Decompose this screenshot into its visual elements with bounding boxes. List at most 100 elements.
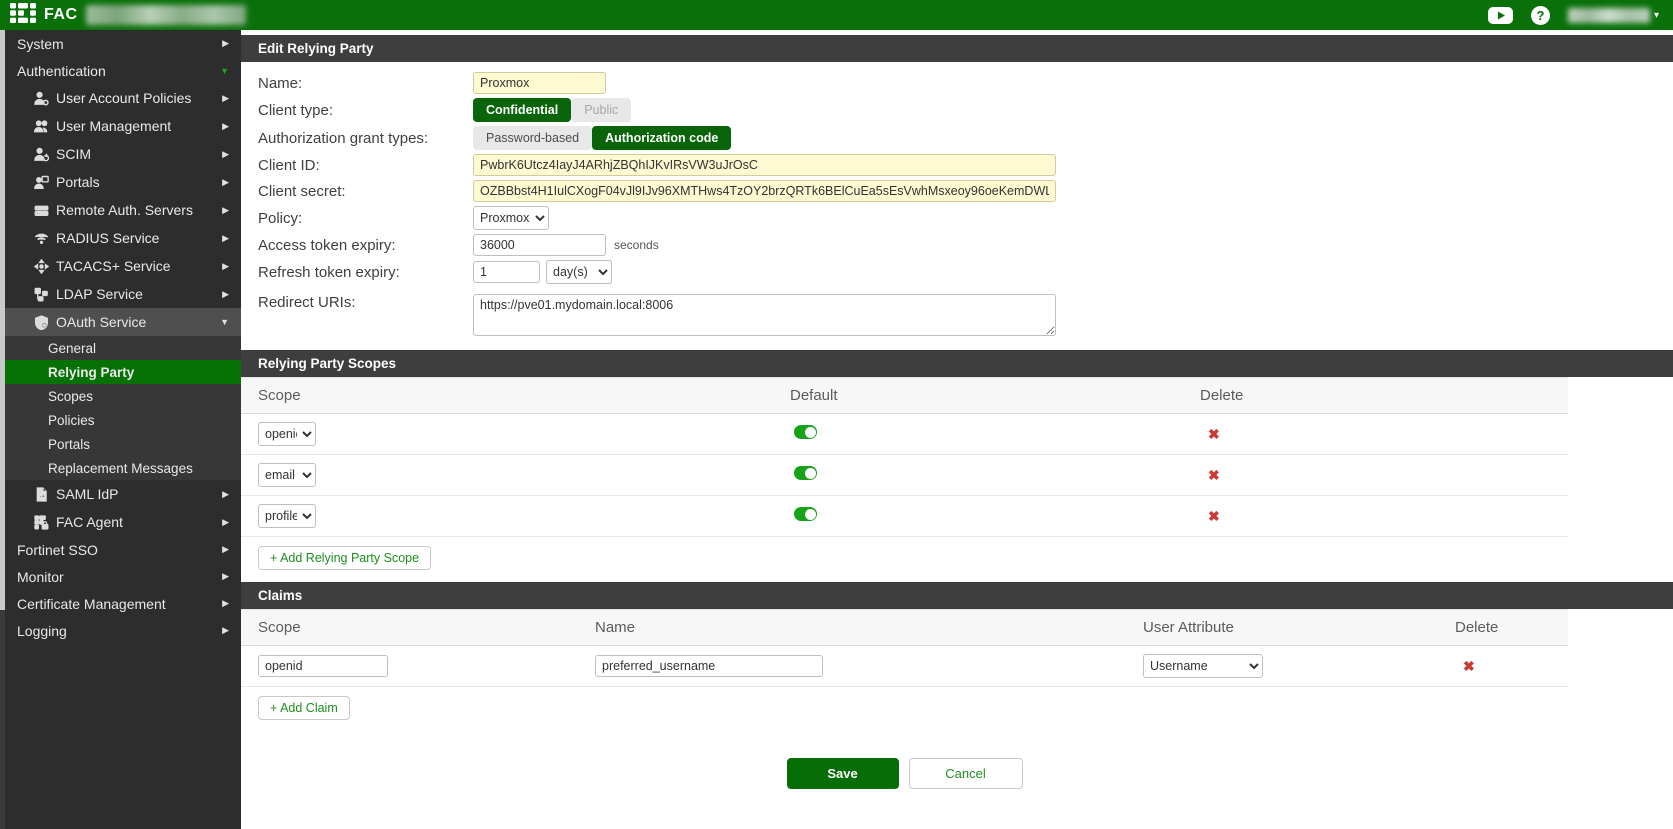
sidebar-item-saml-idp[interactable]: SAML IdP ▶ <box>5 480 241 508</box>
sidebar-item-label: Monitor <box>17 569 64 585</box>
sidebar-item-label: Authentication <box>17 63 106 79</box>
sidebar-item-label: Scopes <box>48 389 93 404</box>
sidebar-item-label: General <box>48 341 96 356</box>
client-id-input[interactable] <box>473 154 1056 176</box>
sidebar-item-authentication[interactable]: Authentication ▼ <box>5 57 241 84</box>
delete-icon[interactable]: ✖ <box>1208 426 1220 442</box>
sidebar-item-scim[interactable]: SCIM ▶ <box>5 140 241 168</box>
section-header-claims: Claims <box>241 582 1673 609</box>
sidebar-item-logging[interactable]: Logging ▶ <box>5 617 241 644</box>
sidebar-item-fac-agent[interactable]: FAC Agent ▶ <box>5 508 241 536</box>
sidebar-item-certificate-management[interactable]: Certificate Management ▶ <box>5 590 241 617</box>
sidebar-item-portals-sub[interactable]: Portals <box>5 432 241 456</box>
add-relying-party-scope-button[interactable]: + Add Relying Party Scope <box>258 546 431 570</box>
scope-select[interactable]: openid <box>258 422 316 446</box>
chevron-right-icon: ▶ <box>222 625 229 636</box>
sidebar-item-general[interactable]: General <box>5 336 241 360</box>
client-id-label: Client ID: <box>258 157 473 174</box>
client-type-confidential-button[interactable]: Confidential <box>473 98 571 122</box>
sidebar-item-portals[interactable]: Portals ▶ <box>5 168 241 196</box>
users-icon <box>34 119 49 134</box>
sidebar-item-replacement-messages[interactable]: Replacement Messages <box>5 456 241 480</box>
sidebar-item-user-account-policies[interactable]: User Account Policies ▶ <box>5 84 241 112</box>
refresh-token-expiry-label: Refresh token expiry: <box>258 264 473 281</box>
sidebar-item-radius-service[interactable]: RADIUS Service ▶ <box>5 224 241 252</box>
sidebar-item-label: Certificate Management <box>17 596 166 612</box>
oauth-service-group: OAuth Service ▼ General Relying Party Sc… <box>5 308 241 480</box>
sidebar-item-label: Portals <box>56 174 100 190</box>
chevron-right-icon: ▶ <box>222 289 229 300</box>
youtube-icon[interactable] <box>1488 7 1513 24</box>
grid-lock-icon <box>34 515 49 530</box>
sidebar-item-label: User Management <box>56 118 171 134</box>
chevron-right-icon: ▶ <box>222 149 229 160</box>
grant-authorization-code-button[interactable]: Authorization code <box>592 126 731 150</box>
claim-user-attribute-select[interactable]: Username <box>1143 654 1263 678</box>
network-cross-icon <box>34 259 49 274</box>
access-token-expiry-input[interactable] <box>473 234 606 256</box>
sidebar-item-label: Remote Auth. Servers <box>56 202 193 218</box>
default-toggle[interactable] <box>794 507 817 521</box>
app-window: FAC ? ▾ <box>0 0 1673 829</box>
claim-row: Username ✖ <box>241 646 1568 687</box>
claim-name-input[interactable] <box>595 655 823 677</box>
grant-types-label: Authorization grant types: <box>258 130 473 147</box>
scope-row-profile: profile ✖ <box>241 496 1568 537</box>
default-toggle[interactable] <box>794 466 817 480</box>
chevron-right-icon: ▶ <box>222 489 229 500</box>
cancel-button[interactable]: Cancel <box>909 758 1023 789</box>
sidebar-item-label: TACACS+ Service <box>56 258 171 274</box>
chevron-down-icon: ▾ <box>1654 10 1659 21</box>
add-claim-button[interactable]: + Add Claim <box>258 696 350 720</box>
chevron-right-icon: ▶ <box>222 177 229 188</box>
sidebar-item-fortinet-sso[interactable]: Fortinet SSO ▶ <box>5 536 241 563</box>
claims-table: Scope Name User Attribute Delete Usernam… <box>241 609 1568 687</box>
client-secret-input[interactable] <box>473 180 1056 202</box>
user-menu[interactable]: ▾ <box>1568 8 1659 23</box>
policy-select[interactable]: Proxmox <box>473 206 549 230</box>
user-wrench-icon <box>34 91 49 106</box>
sidebar-item-user-management[interactable]: User Management ▶ <box>5 112 241 140</box>
claim-scope-input[interactable] <box>258 655 388 677</box>
sidebar-item-remote-auth-servers[interactable]: Remote Auth. Servers ▶ <box>5 196 241 224</box>
delete-icon[interactable]: ✖ <box>1208 508 1220 524</box>
chevron-down-icon: ▼ <box>220 66 229 76</box>
client-type-label: Client type: <box>258 102 473 119</box>
column-header-delete: Delete <box>1455 619 1568 636</box>
refresh-token-expiry-input[interactable] <box>473 261 540 283</box>
sidebar-item-ldap-service[interactable]: LDAP Service ▶ <box>5 280 241 308</box>
document-icon <box>34 487 49 502</box>
save-button[interactable]: Save <box>787 758 899 789</box>
sidebar-item-policies[interactable]: Policies <box>5 408 241 432</box>
redirect-uris-textarea[interactable]: https://pve01.mydomain.local:8006 <box>473 294 1056 336</box>
blurred-hostname <box>86 5 246 25</box>
sidebar-item-oauth-service[interactable]: OAuth Service ▼ <box>5 308 241 336</box>
sidebar-item-relying-party[interactable]: Relying Party <box>5 360 241 384</box>
name-input[interactable] <box>473 72 606 94</box>
chevron-right-icon: ▶ <box>222 571 229 582</box>
sidebar-item-tacacs-service[interactable]: TACACS+ Service ▶ <box>5 252 241 280</box>
scope-select[interactable]: email <box>258 463 316 487</box>
delete-icon[interactable]: ✖ <box>1463 658 1475 674</box>
delete-icon[interactable]: ✖ <box>1208 467 1220 483</box>
sidebar-item-monitor[interactable]: Monitor ▶ <box>5 563 241 590</box>
default-toggle[interactable] <box>794 425 817 439</box>
client-type-public-button[interactable]: Public <box>571 98 631 122</box>
sidebar-item-label: RADIUS Service <box>56 230 159 246</box>
blurred-username <box>1568 8 1650 23</box>
client-secret-label: Client secret: <box>258 183 473 200</box>
chevron-right-icon: ▶ <box>222 121 229 132</box>
sidebar-item-label: Relying Party <box>48 365 134 380</box>
chevron-right-icon: ▶ <box>222 598 229 609</box>
sidebar-item-system[interactable]: System ▶ <box>5 30 241 57</box>
grant-password-button[interactable]: Password-based <box>473 126 592 150</box>
help-icon[interactable]: ? <box>1531 6 1550 25</box>
scope-select[interactable]: profile <box>258 504 316 528</box>
column-header-name: Name <box>595 619 1143 636</box>
refresh-token-unit-select[interactable]: day(s) <box>546 260 612 284</box>
topbar: FAC ? ▾ <box>0 0 1673 30</box>
hierarchy-icon <box>34 287 49 302</box>
shield-key-icon <box>34 315 49 330</box>
sidebar: System ▶ Authentication ▼ User Account P… <box>0 30 241 829</box>
sidebar-item-scopes[interactable]: Scopes <box>5 384 241 408</box>
